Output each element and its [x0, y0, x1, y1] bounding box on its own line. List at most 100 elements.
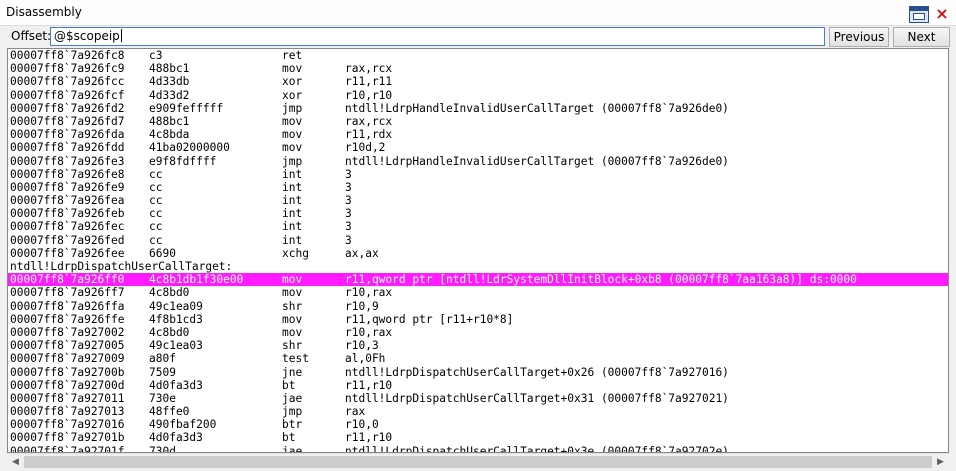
instruction-row[interactable]: 00007ff8`7a926ffa 49c1ea09 shr r10,9 — [8, 300, 948, 313]
instruction-bytes: 41ba02000000 — [149, 141, 230, 155]
instruction-mnemonic: jne — [282, 365, 303, 379]
symbol-label-row[interactable]: ntdll!LdrpDispatchUserCallTarget: — [8, 260, 948, 273]
instruction-operands: r11,qword ptr [ntdll!LdrSystemDllInitBlo… — [345, 273, 857, 287]
instruction-row[interactable]: 00007ff8`7a926fe8 cc int 3 — [8, 168, 948, 181]
instruction-row[interactable]: 00007ff8`7a926fe3 e9f8fdffff jmp ntdll!Ldrp… — [8, 155, 948, 168]
instruction-mnemonic: int — [282, 180, 303, 194]
instruction-mnemonic: mov — [282, 114, 303, 128]
instruction-address: 00007ff8`7a927002 — [10, 325, 125, 339]
close-icon[interactable]: × — [933, 5, 951, 23]
instruction-operands: rax,rcx — [345, 114, 393, 128]
instruction-row[interactable]: 00007ff8`7a927016 490fbaf200 btr r10,0 — [8, 418, 948, 431]
disassembly-listing[interactable]: 00007ff8`7a926fc8 c3 ret 00007ff8`7a926fc9 4… — [7, 48, 949, 453]
instruction-address: 00007ff8`7a926fcf — [10, 88, 125, 102]
instruction-operands: r11,qword ptr [r11+r10*8] — [345, 312, 514, 326]
instruction-mnemonic: int — [282, 233, 303, 247]
instruction-row[interactable]: 00007ff8`7a926fda 4c8bda mov r11,rdx — [8, 128, 948, 141]
instruction-address: 00007ff8`7a926fda — [10, 128, 125, 142]
instruction-row[interactable]: 00007ff8`7a926fd2 e909fefffff jmp ntdll!Ldr… — [8, 102, 948, 115]
instruction-address: 00007ff8`7a926fc8 — [10, 49, 125, 62]
instruction-operands: 3 — [345, 167, 352, 181]
instruction-address: 00007ff8`7a92700b — [10, 365, 125, 379]
instruction-row[interactable]: 00007ff8`7a92700b 7509 jne ntdll!LdrpDispat… — [8, 366, 948, 379]
offset-input[interactable]: @$scopeip — [50, 27, 825, 46]
instruction-bytes: 4c8bd0 — [149, 286, 190, 300]
instruction-row[interactable]: 00007ff8`7a926fc9 488bc1 mov rax,rcx — [8, 62, 948, 75]
instruction-address: 00007ff8`7a927009 — [10, 352, 125, 366]
scroll-right-icon[interactable]: ▶ — [932, 454, 949, 470]
instruction-row[interactable]: 00007ff8`7a926fdd 41ba02000000 mov r10d,2 — [8, 141, 948, 154]
instruction-bytes: 4c8b1db1f30e00 — [149, 273, 244, 287]
instruction-address: 00007ff8`7a926fdd — [10, 141, 125, 155]
scroll-left-icon[interactable]: ◀ — [7, 454, 24, 470]
instruction-row[interactable]: 00007ff8`7a926fec cc int 3 — [8, 220, 948, 233]
instruction-row[interactable]: 00007ff8`7a926fcf 4d33d2 xor r10,r10 — [8, 89, 948, 102]
instruction-bytes: 4d0fa3d3 — [149, 431, 203, 445]
next-button[interactable]: Next — [893, 27, 950, 47]
instruction-row[interactable]: 00007ff8`7a926ff7 4c8bd0 mov r10,rax — [8, 286, 948, 299]
instruction-mnemonic: mov — [282, 286, 303, 300]
instruction-row[interactable]: 00007ff8`7a926ffe 4f8b1cd3 mov r11,qword pt… — [8, 313, 948, 326]
instruction-address: 00007ff8`7a926fec — [10, 220, 125, 234]
instruction-row[interactable]: 00007ff8`7a927009 a80f test al,0Fh — [8, 352, 948, 365]
instruction-bytes: 730e — [149, 391, 176, 405]
instruction-mnemonic: mov — [282, 273, 303, 287]
instruction-row[interactable]: 00007ff8`7a926fea cc int 3 — [8, 194, 948, 207]
instruction-operands: r10d,2 — [345, 141, 386, 155]
instruction-row[interactable]: 00007ff8`7a926fee 6690 xchg ax,ax — [8, 247, 948, 260]
instruction-mnemonic: jae — [282, 391, 303, 405]
instruction-address: 00007ff8`7a926ffe — [10, 312, 125, 326]
title-bar: Disassembly × — [0, 0, 956, 26]
instruction-row[interactable]: 00007ff8`7a926feb cc int 3 — [8, 207, 948, 220]
instruction-bytes: 7509 — [149, 365, 176, 379]
instruction-row[interactable]: 00007ff8`7a92700d 4d0fa3d3 bt r11,r10 — [8, 379, 948, 392]
scrollbar-thumb[interactable] — [24, 456, 932, 468]
instruction-bytes: 6690 — [149, 246, 176, 260]
instruction-mnemonic: jmp — [282, 101, 303, 115]
instruction-mnemonic: ret — [282, 49, 303, 62]
current-instruction-row[interactable]: 00007ff8`7a926ff0 4c8b1db1f30e00 mov r11,qw… — [8, 273, 948, 287]
instruction-operands: rax,rcx — [345, 62, 393, 76]
instruction-operands: r10,rax — [345, 286, 393, 300]
instruction-bytes: 4f8b1cd3 — [149, 312, 203, 326]
instruction-address: 00007ff8`7a927016 — [10, 418, 125, 432]
instruction-row[interactable]: 00007ff8`7a927002 4c8bd0 mov r10,rax — [8, 326, 948, 339]
instruction-address: 00007ff8`7a926fee — [10, 246, 125, 260]
instruction-bytes: cc — [149, 220, 163, 234]
instruction-operands: rax — [345, 405, 366, 419]
instruction-bytes: 4c8bd0 — [149, 325, 190, 339]
instruction-bytes: 490fbaf200 — [149, 418, 217, 432]
instruction-operands: r10,3 — [345, 339, 379, 353]
instruction-operands: ntdll!LdrpHandleInvalidUserCallTarget (0… — [345, 101, 729, 115]
instruction-mnemonic: jae — [282, 444, 303, 453]
instruction-row[interactable]: 00007ff8`7a927013 48ffe0 jmp rax — [8, 405, 948, 418]
instruction-address: 00007ff8`7a927005 — [10, 339, 125, 353]
instruction-bytes: 4d33d2 — [149, 88, 190, 102]
instruction-row[interactable]: 00007ff8`7a92701f 730d jae ntdll!LdrpDispat… — [8, 444, 948, 453]
instruction-mnemonic: xor — [282, 75, 303, 89]
instruction-operands: r11,r10 — [345, 431, 393, 445]
instruction-address: 00007ff8`7a926ff7 — [10, 286, 125, 300]
instruction-row[interactable]: 00007ff8`7a92701b 4d0fa3d3 bt r11,r10 — [8, 431, 948, 444]
instruction-row[interactable]: 00007ff8`7a927005 49c1ea03 shr r10,3 — [8, 339, 948, 352]
instruction-operands: ax,ax — [345, 246, 379, 260]
dock-window-icon[interactable] — [909, 6, 929, 23]
instruction-row[interactable]: 00007ff8`7a926fd7 488bc1 mov rax,rcx — [8, 115, 948, 128]
instruction-bytes: c3 — [149, 49, 163, 62]
instruction-operands: 3 — [345, 194, 352, 208]
instruction-address: 00007ff8`7a926fd2 — [10, 101, 125, 115]
instruction-address: 00007ff8`7a927011 — [10, 391, 125, 405]
instruction-mnemonic: bt — [282, 431, 296, 445]
previous-button[interactable]: Previous — [829, 27, 889, 47]
instruction-row[interactable]: 00007ff8`7a927011 730e jae ntdll!LdrpDispat… — [8, 392, 948, 405]
instruction-operands: r10,rax — [345, 325, 393, 339]
symbol-label: ntdll!LdrpDispatchUserCallTarget: — [10, 260, 233, 273]
instruction-bytes: cc — [149, 180, 163, 194]
instruction-mnemonic: mov — [282, 312, 303, 326]
instruction-bytes: e9f8fdffff — [149, 154, 217, 168]
horizontal-scrollbar[interactable]: ◀ ▶ — [7, 453, 949, 470]
instruction-row[interactable]: 00007ff8`7a926fc8 c3 ret — [8, 49, 948, 62]
instruction-row[interactable]: 00007ff8`7a926fe9 cc int 3 — [8, 181, 948, 194]
instruction-row[interactable]: 00007ff8`7a926fcc 4d33db xor r11,r11 — [8, 75, 948, 88]
instruction-row[interactable]: 00007ff8`7a926fed cc int 3 — [8, 234, 948, 247]
